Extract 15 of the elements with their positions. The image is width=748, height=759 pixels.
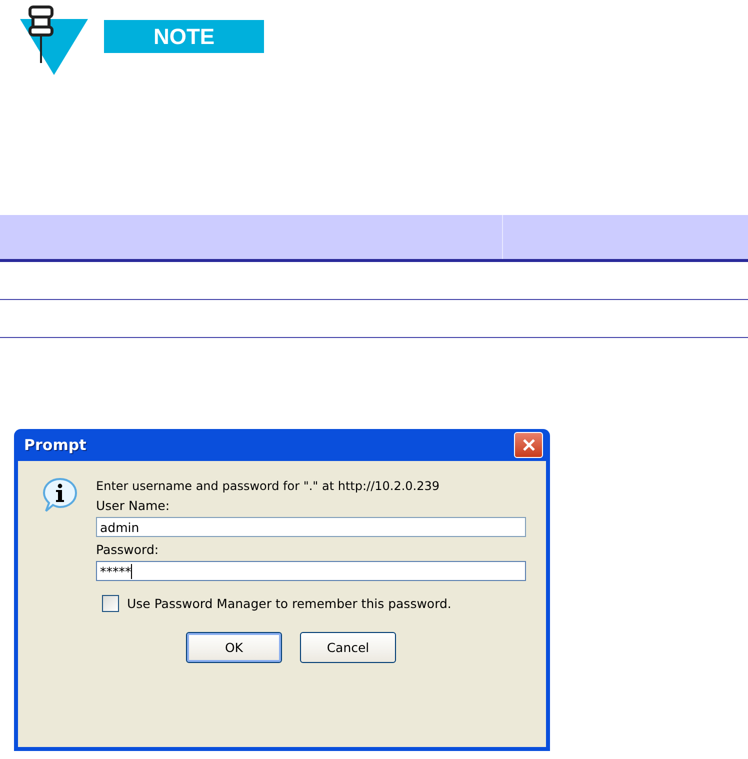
field-label: User Name:: [96, 498, 171, 513]
cancel-button[interactable]: Cancel: [300, 632, 396, 663]
checkbox-label[interactable]: Use Password Manager to remember this password.: [127, 596, 452, 611]
note-label: NOTE: [104, 20, 264, 53]
prompt-message: Enter username and password for "." at http://10.2.0.239: [96, 479, 441, 493]
info-icon: [42, 477, 78, 513]
checkbox[interactable]: [102, 595, 119, 612]
close-icon: [522, 438, 536, 452]
input-field[interactable]: *****: [96, 561, 526, 581]
close-button[interactable]: [514, 432, 543, 458]
window-title: Prompt: [24, 436, 86, 454]
pushpin-icon: [18, 5, 90, 77]
ok-button[interactable]: OK: [186, 632, 282, 663]
field-label: Password:: [96, 542, 160, 557]
input-field[interactable]: admin: [96, 517, 526, 537]
